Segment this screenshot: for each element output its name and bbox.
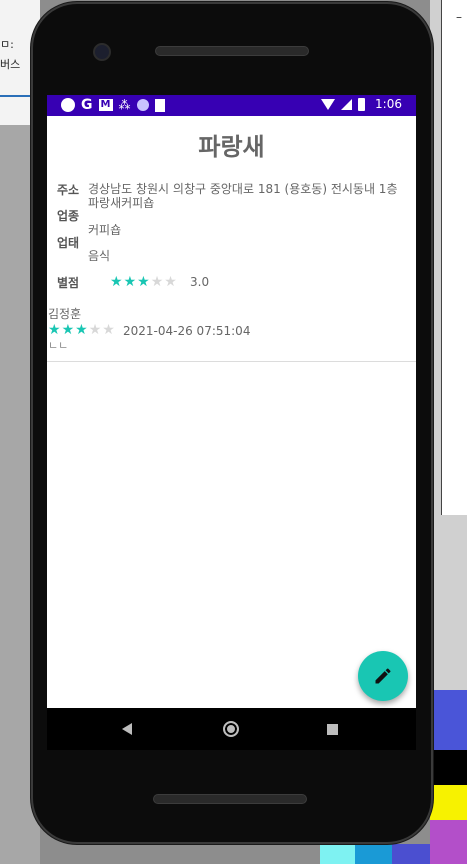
recent-apps-icon[interactable] xyxy=(327,724,338,735)
wifi-icon xyxy=(321,98,336,110)
business-type-value: 커피숍 xyxy=(88,223,122,237)
star-filled-icon: ★ xyxy=(61,322,75,338)
bottom-speaker xyxy=(153,794,307,804)
star-filled-icon: ★ xyxy=(137,274,150,290)
pencil-icon xyxy=(375,668,391,684)
star-filled-icon: ★ xyxy=(110,274,123,290)
place-title: 파랑새 xyxy=(198,133,265,161)
review-stars: ★ ★ ★ ★ ★ xyxy=(48,323,115,337)
status-time: 1:06 xyxy=(375,97,402,111)
star-empty-icon: ★ xyxy=(102,322,115,338)
google-icon: G xyxy=(81,97,93,113)
star-empty-icon: ★ xyxy=(164,274,177,290)
star-filled-icon: ★ xyxy=(75,322,88,338)
status-bar: G M ⁂ 1:06 xyxy=(47,95,416,116)
desktop-side-panel: – xyxy=(441,0,467,515)
star-empty-icon: ★ xyxy=(88,322,102,338)
app-screen: G M ⁂ 1:06 파랑새 주소 경상남도 창원시 의창구 중앙대로 181 … xyxy=(47,95,416,708)
circle-icon xyxy=(136,99,149,111)
navigation-bar xyxy=(47,708,416,750)
star-empty-icon: ★ xyxy=(150,274,164,290)
sd-card-icon xyxy=(154,98,165,112)
review-date: 2021-04-26 07:51:04 xyxy=(123,324,251,338)
star-filled-icon: ★ xyxy=(48,322,61,338)
rating-value: 3.0 xyxy=(190,275,210,289)
business-type-label: 업종 xyxy=(57,209,80,223)
address-value-line2: 파랑새커피숍 xyxy=(88,196,155,210)
color-swatch xyxy=(430,820,467,864)
business-status-value: 음식 xyxy=(88,249,111,263)
review-author: 김정훈 xyxy=(48,307,82,321)
review-text: ㄴㄴ xyxy=(48,339,69,352)
rating-stars: ★ ★ ★ ★ ★ xyxy=(110,275,177,289)
star-filled-icon: ★ xyxy=(123,274,137,290)
address-label: 주소 xyxy=(57,183,80,197)
minimize-icon[interactable]: – xyxy=(456,10,462,24)
desktop-text-2: 버스 xyxy=(0,58,21,71)
color-swatch xyxy=(430,690,467,750)
front-camera xyxy=(93,43,111,61)
color-swatch xyxy=(320,844,355,864)
top-speaker xyxy=(155,46,309,56)
signal-icon xyxy=(341,98,353,110)
address-value-line1: 경상남도 창원시 의창구 중앙대로 181 (용호동) 전시동내 1층 xyxy=(88,182,398,196)
color-swatch xyxy=(430,750,467,785)
desktop-text-1: ㅁ: xyxy=(0,38,14,51)
edit-review-button[interactable] xyxy=(358,651,408,701)
back-icon[interactable] xyxy=(122,723,132,735)
circle-icon xyxy=(61,98,75,112)
battery-icon xyxy=(358,97,366,111)
color-swatch xyxy=(430,785,467,820)
gmail-icon: M xyxy=(98,99,113,111)
color-swatch xyxy=(392,844,430,864)
home-icon[interactable] xyxy=(223,721,239,737)
dots-icon: ⁂ xyxy=(118,98,131,112)
rating-label: 별점 xyxy=(57,276,80,290)
list-divider xyxy=(47,361,416,362)
business-status-label: 업태 xyxy=(57,236,80,250)
desktop-accent-line xyxy=(0,95,30,97)
color-swatch xyxy=(355,844,392,864)
